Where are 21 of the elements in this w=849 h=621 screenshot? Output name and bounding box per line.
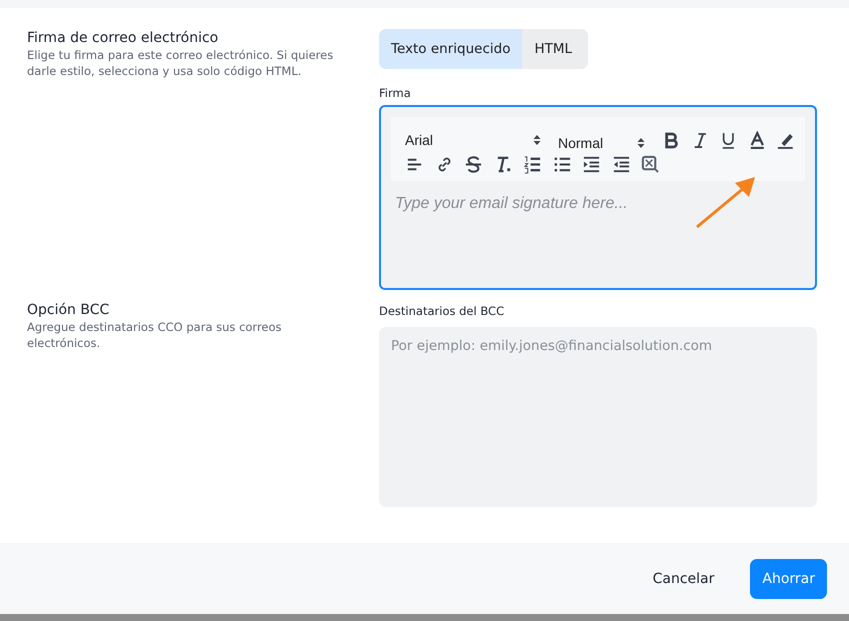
strikethrough-icon[interactable]	[464, 154, 483, 174]
section-title: Firma de correo electrónico	[27, 30, 220, 46]
field-label: Destinatarios del BCC	[379, 304, 506, 318]
section-description: Elige tu firma para este correo electrónico. Si quieres darle estilo, selecciona y usa solo código HTML.	[27, 47, 334, 79]
size-select[interactable]: Normal	[558, 130, 646, 150]
bullet-list-icon[interactable]	[552, 154, 572, 174]
editor-placeholder: Type your email signature here...	[395, 195, 629, 213]
bcc-field[interactable]: Por ejemplo: emily.jones@financialsolution.com	[379, 327, 817, 507]
outdent-icon[interactable]	[612, 154, 630, 174]
section-description: Agregue destinatarios CCO para sus correos electrónicos.	[27, 319, 283, 351]
save-button[interactable]: Ahorrar	[750, 558, 827, 598]
up-down-icon	[532, 134, 542, 146]
up-down-icon	[636, 136, 646, 148]
font-select[interactable]: Arial	[405, 132, 542, 148]
cancel-button[interactable]: Cancelar	[640, 558, 726, 598]
numbered-list-icon[interactable]	[523, 154, 542, 174]
tab[interactable]: Texto enriquecido	[379, 29, 522, 69]
field-label: Firma	[379, 86, 412, 100]
indent-icon[interactable]	[582, 154, 601, 174]
section-title: Opción BCC	[27, 302, 110, 318]
signature-editor[interactable]: Arial Normal Type your email signature here...	[379, 105, 817, 290]
